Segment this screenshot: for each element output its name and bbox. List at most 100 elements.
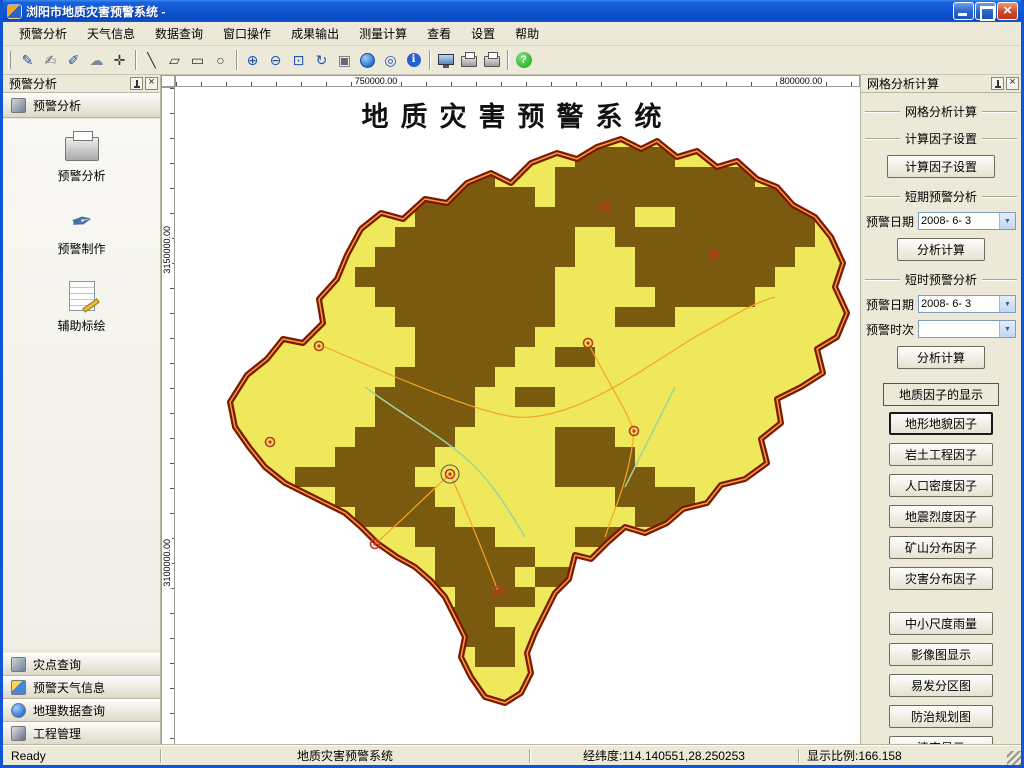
info-icon[interactable]	[402, 49, 425, 71]
chevron-down-icon[interactable]	[999, 321, 1015, 337]
short-time-session-value	[919, 321, 999, 337]
map-view[interactable]: 地质灾害预警系统	[175, 87, 860, 745]
left-panel: 预警分析 预警分析 预警分析 ✒ 预警制作 辅助标绘	[3, 75, 161, 745]
meso-scale-rainfall-button[interactable]: 中小尺度雨量	[889, 612, 993, 635]
geotech-factor-button[interactable]: 岩土工程因子	[889, 443, 993, 466]
zoom-extent-icon[interactable]: ◎	[379, 49, 402, 71]
prevention-planning-button[interactable]: 防治规划图	[889, 705, 993, 728]
section-label: 短时预警分析	[900, 271, 982, 288]
warning-analysis-group-bar[interactable]: 预警分析	[3, 93, 160, 118]
terrain-factor-button[interactable]: 地形地貌因子	[889, 412, 993, 435]
zoom-refresh-icon[interactable]: ↻	[310, 49, 333, 71]
menu-item-result-output[interactable]: 成果输出	[281, 22, 349, 45]
edit-map-icon[interactable]: ✎	[16, 49, 39, 71]
disaster-query-icon	[11, 657, 26, 672]
menu-item-window-operations[interactable]: 窗口操作	[213, 22, 281, 45]
image-display-button[interactable]: 影像图显示	[889, 643, 993, 666]
map-title: 地质灾害预警系统	[362, 95, 674, 134]
short-time-date-select[interactable]: 2008- 6- 3	[918, 295, 1016, 313]
group-geo-data-query[interactable]: 地理数据查询	[3, 699, 160, 722]
short-term-analyze-button[interactable]: 分析计算	[897, 238, 985, 261]
right-panel-pin-button[interactable]	[991, 77, 1004, 90]
group-warning-weather-info[interactable]: 预警天气信息	[3, 676, 160, 699]
population-density-factor-button[interactable]: 人口密度因子	[889, 474, 993, 497]
stamp-icon[interactable]: ✍	[39, 49, 62, 71]
export-image-icon[interactable]	[434, 49, 457, 71]
print-icon[interactable]	[480, 49, 503, 71]
toolbar: ✎ ✍ ✐ ☁ ✛ ╲ ▱ ▭ ○ ⊕ ⊖ ⊡ ↻ ▣ ◎	[3, 46, 1021, 75]
short-term-date-value: 2008- 6- 3	[919, 213, 999, 229]
weather-info-icon	[11, 680, 26, 695]
zoom-window-icon[interactable]: ⊡	[287, 49, 310, 71]
right-panel-close-button[interactable]	[1006, 77, 1019, 90]
ruler-top: 750000.00 800000.00	[175, 75, 860, 87]
toolbar-grip[interactable]	[8, 51, 11, 69]
help-icon[interactable]	[512, 49, 535, 71]
draw-polygon-icon[interactable]: ▱	[163, 49, 186, 71]
resize-grip[interactable]	[1007, 751, 1021, 765]
calc-factor-settings-button[interactable]: 计算因子设置	[887, 155, 995, 178]
disaster-distribution-factor-button[interactable]: 灾害分布因子	[889, 567, 993, 590]
layers-icon[interactable]: ▣	[333, 49, 356, 71]
maximize-button[interactable]	[975, 2, 996, 20]
chevron-down-icon[interactable]	[999, 213, 1015, 229]
zoom-out-icon[interactable]: ⊖	[264, 49, 287, 71]
title-bar: 浏阳市地质灾害预警系统 -	[3, 0, 1021, 22]
notepad-icon	[69, 281, 95, 311]
left-panel-close-button[interactable]	[145, 77, 158, 90]
short-time-session-label: 预警时次	[866, 321, 918, 338]
ruler-label: 800000.00	[778, 76, 825, 86]
map-canvas[interactable]	[175, 87, 860, 745]
close-button[interactable]	[997, 2, 1018, 20]
menu-item-help[interactable]: 帮助	[505, 22, 549, 45]
nav-item-label: 辅助标绘	[57, 317, 105, 334]
status-scale: 显示比例:166.158	[799, 748, 1021, 764]
status-coordinates: 经纬度:114.140551,28.250253	[530, 748, 798, 764]
mine-distribution-factor-button[interactable]: 矿山分布因子	[889, 536, 993, 559]
ruler-corner	[161, 75, 175, 87]
draw-line-icon[interactable]: ╲	[140, 49, 163, 71]
ruler-label: 3100000.00	[162, 537, 172, 589]
move-icon[interactable]: ✛	[108, 49, 131, 71]
menu-item-data-query[interactable]: 数据查询	[145, 22, 213, 45]
susceptibility-zoning-button[interactable]: 易发分区图	[889, 674, 993, 697]
globe-icon[interactable]	[356, 49, 379, 71]
section-short-time-analysis: 短时预警分析	[865, 271, 1017, 288]
zoom-in-icon[interactable]: ⊕	[241, 49, 264, 71]
chevron-down-icon[interactable]	[999, 296, 1015, 312]
right-panel-title: 网格分析计算	[867, 75, 989, 92]
seismic-intensity-factor-button[interactable]: 地震烈度因子	[889, 505, 993, 528]
cloud-icon[interactable]: ☁	[85, 49, 108, 71]
group-label: 预警天气信息	[33, 679, 105, 696]
group-project-management[interactable]: 工程管理	[3, 722, 160, 745]
menu-item-measure-calc[interactable]: 测量计算	[349, 22, 417, 45]
group-disaster-query[interactable]: 灾点查询	[3, 653, 160, 676]
nav-item-auxiliary-plotting[interactable]: 辅助标绘	[3, 281, 160, 334]
help-icon-shape	[516, 52, 532, 68]
printer-icon-shape	[461, 56, 477, 67]
menu-item-settings[interactable]: 设置	[461, 22, 505, 45]
left-panel-body: 预警分析 ✒ 预警制作 辅助标绘	[3, 119, 160, 649]
status-document: 地质灾害预警系统	[161, 748, 529, 764]
ruler-label: 750000.00	[353, 76, 400, 86]
menu-item-weather-info[interactable]: 天气信息	[77, 22, 145, 45]
misc-button-stack: 中小尺度雨量 影像图显示 易发分区图 防治规划图 清空显示	[861, 608, 1021, 763]
minimize-button[interactable]	[953, 2, 974, 20]
short-term-date-select[interactable]: 2008- 6- 3	[918, 212, 1016, 230]
nav-item-warning-production[interactable]: ✒ 预警制作	[3, 208, 160, 257]
grid-analysis-panel: 网格分析计算 网格分析计算 计算因子设置 计算因子设置 短期预警分析 预警日期 …	[860, 75, 1021, 745]
menu-bar: 预警分析 天气信息 数据查询 窗口操作 成果输出 测量计算 查看 设置 帮助	[3, 22, 1021, 46]
pick-icon[interactable]: ✐	[62, 49, 85, 71]
nav-item-label: 预警制作	[57, 240, 105, 257]
right-panel-header: 网格分析计算	[861, 75, 1021, 93]
menu-item-view[interactable]: 查看	[417, 22, 461, 45]
menu-item-warning-analysis[interactable]: 预警分析	[9, 22, 77, 45]
nav-item-warning-analysis[interactable]: 预警分析	[3, 137, 160, 184]
draw-ellipse-icon[interactable]: ○	[209, 49, 232, 71]
print-preview-icon[interactable]	[457, 49, 480, 71]
left-panel-pin-button[interactable]	[130, 77, 143, 90]
short-time-analyze-button[interactable]: 分析计算	[897, 346, 985, 369]
draw-rect-icon[interactable]: ▭	[186, 49, 209, 71]
short-time-session-select[interactable]	[918, 320, 1016, 338]
geo-query-icon	[11, 703, 26, 718]
